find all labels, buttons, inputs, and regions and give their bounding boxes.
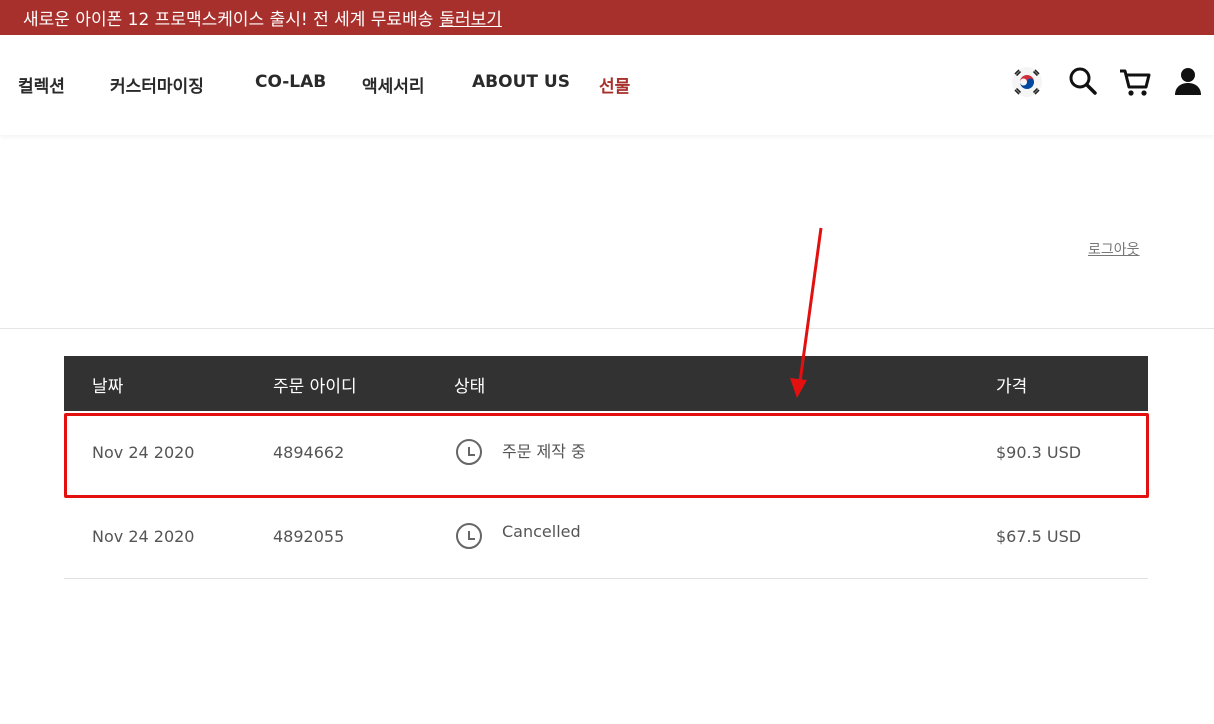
order-status: 주문 제작 중 [502,442,586,461]
main-nav: 컬렉션 커스터마이징 CO-LAB 액세서리 ABOUT US 선물 [0,35,1214,135]
order-price: $67.5 USD [996,527,1082,546]
order-id: 4894662 [273,443,345,462]
order-price: $90.3 USD [996,443,1082,462]
order-id: 4892055 [273,527,345,546]
promo-link[interactable]: 둘러보기 [439,5,502,30]
clock-icon [456,523,482,549]
korea-flag-icon[interactable] [1010,65,1044,99]
table-row[interactable]: Nov 24 2020 4894662 주문 제작 중 $90.3 USD [64,413,1148,497]
cart-icon[interactable] [1118,65,1152,99]
nav-item-gift[interactable]: 선물 [599,72,630,97]
promo-banner: 새로운 아이폰 12 프로맥스케이스 출시! 전 세계 무료배송 둘러보기 [0,0,1214,35]
header-status: 상태 [454,377,486,397]
search-icon[interactable] [1066,65,1100,99]
nav-item-accessories[interactable]: 액세서리 [362,72,425,97]
header-order-id: 주문 아이디 [273,377,357,397]
header-price: 가격 [996,377,1028,397]
header-date: 날짜 [92,377,124,397]
promo-text: 새로운 아이폰 12 프로맥스케이스 출시! 전 세계 무료배송 [23,10,434,30]
order-status: Cancelled [502,522,581,541]
table-row[interactable]: Nov 24 2020 4892055 Cancelled $67.5 USD [64,497,1148,581]
order-date: Nov 24 2020 [92,443,195,462]
user-icon[interactable] [1172,65,1206,99]
nav-item-customizing[interactable]: 커스터마이징 [110,72,204,97]
clock-icon [456,439,482,465]
nav-item-collection[interactable]: 컬렉션 [18,72,65,97]
order-date: Nov 24 2020 [92,527,195,546]
orders-table-header: 날짜 주문 아이디 상태 가격 [64,356,1148,411]
section-divider [0,328,1214,329]
logout-link[interactable]: 로그아웃 [1088,239,1140,259]
nav-item-about-us[interactable]: ABOUT US [472,72,570,92]
nav-item-colab[interactable]: CO-LAB [255,72,326,92]
row-divider [64,578,1148,579]
